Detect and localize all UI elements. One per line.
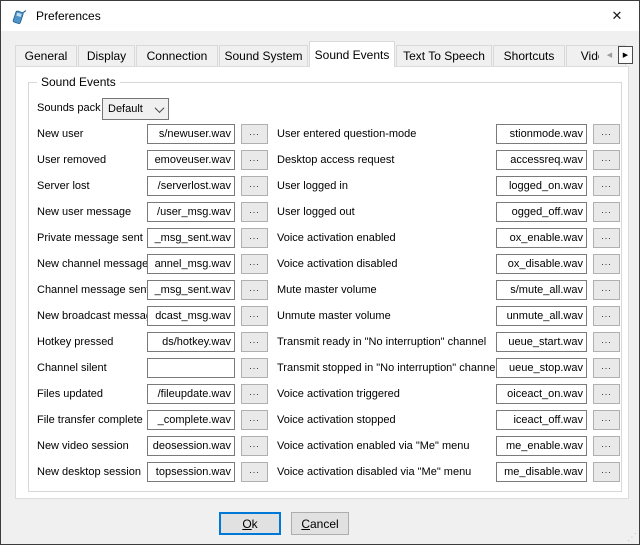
browse-button[interactable]: ... bbox=[593, 358, 620, 378]
sound-event-row: Voice activation enabled via "Me" menu .… bbox=[16, 436, 628, 462]
sound-file-input[interactable] bbox=[496, 436, 587, 456]
sound-file-input[interactable] bbox=[496, 332, 587, 352]
sounds-pack-select[interactable]: Default bbox=[102, 98, 169, 120]
tab-label: Sound Events bbox=[315, 48, 390, 62]
tab-scroll-left-button[interactable]: ◀ bbox=[602, 46, 617, 64]
sound-event-label: User entered question-mode bbox=[277, 128, 416, 140]
tab-label: Sound System bbox=[224, 49, 302, 63]
app-icon bbox=[10, 8, 27, 25]
window-title: Preferences bbox=[36, 9, 101, 23]
browse-button[interactable]: ... bbox=[593, 150, 620, 170]
sound-event-label: Voice activation stopped bbox=[277, 414, 396, 426]
sound-event-row: Transmit stopped in "No interruption" ch… bbox=[16, 358, 628, 384]
sound-event-row: Unmute master volume ... bbox=[16, 306, 628, 332]
tab-text-to-speech[interactable]: Text To Speech bbox=[396, 45, 492, 66]
tab-shortcuts[interactable]: Shortcuts bbox=[493, 45, 565, 66]
preferences-dialog: Preferences ✕ General Display Connection… bbox=[0, 0, 640, 545]
tab-display[interactable]: Display bbox=[78, 45, 135, 66]
sound-file-input[interactable] bbox=[496, 410, 587, 430]
sound-file-input[interactable] bbox=[496, 254, 587, 274]
sound-file-input[interactable] bbox=[496, 202, 587, 222]
sound-event-row: Voice activation triggered ... bbox=[16, 384, 628, 410]
sound-file-input[interactable] bbox=[496, 124, 587, 144]
sound-file-input[interactable] bbox=[496, 306, 587, 326]
arrow-right-icon: ▶ bbox=[623, 51, 628, 59]
resize-grip[interactable]: ⋰ bbox=[627, 533, 637, 543]
sound-file-input[interactable] bbox=[496, 384, 587, 404]
browse-button[interactable]: ... bbox=[593, 202, 620, 222]
browse-button[interactable]: ... bbox=[593, 280, 620, 300]
sound-event-label: Transmit ready in "No interruption" chan… bbox=[277, 336, 486, 348]
browse-button[interactable]: ... bbox=[593, 384, 620, 404]
browse-button[interactable]: ... bbox=[593, 254, 620, 274]
sound-event-label: Voice activation enabled via "Me" menu bbox=[277, 440, 469, 452]
sound-event-row: Voice activation enabled ... bbox=[16, 228, 628, 254]
sounds-pack-value: Default bbox=[108, 103, 143, 115]
sound-file-input[interactable] bbox=[496, 176, 587, 196]
tab-connection[interactable]: Connection bbox=[136, 45, 218, 66]
browse-button[interactable]: ... bbox=[593, 410, 620, 430]
tab-scroll-right-button[interactable]: ▶ bbox=[618, 46, 633, 64]
groupbox-title: Sound Events bbox=[37, 75, 120, 89]
browse-button[interactable]: ... bbox=[593, 176, 620, 196]
tab-scroller: ◀ ▶ bbox=[599, 46, 633, 64]
tab-label: Shortcuts bbox=[504, 49, 555, 63]
sound-file-input[interactable] bbox=[496, 462, 587, 482]
tab-label: Connection bbox=[147, 49, 208, 63]
sound-event-row: Transmit ready in "No interruption" chan… bbox=[16, 332, 628, 358]
tab-label: General bbox=[25, 49, 68, 63]
browse-button[interactable]: ... bbox=[593, 306, 620, 326]
sound-event-row: User entered question-mode ... bbox=[16, 124, 628, 150]
tab-sound-system[interactable]: Sound System bbox=[219, 45, 308, 66]
sound-event-row: Desktop access request ... bbox=[16, 150, 628, 176]
close-button[interactable]: ✕ bbox=[595, 1, 639, 31]
events-column-right: User entered question-mode ... Desktop a… bbox=[16, 124, 628, 488]
sound-event-label: Voice activation enabled bbox=[277, 232, 396, 244]
sound-event-row: Mute master volume ... bbox=[16, 280, 628, 306]
browse-button[interactable]: ... bbox=[593, 436, 620, 456]
sound-event-label: Voice activation disabled via "Me" menu bbox=[277, 466, 471, 478]
sound-event-label: Unmute master volume bbox=[277, 310, 391, 322]
sound-event-label: Transmit stopped in "No interruption" ch… bbox=[277, 362, 498, 374]
sound-event-row: User logged out ... bbox=[16, 202, 628, 228]
sound-event-row: Voice activation disabled ... bbox=[16, 254, 628, 280]
sound-file-input[interactable] bbox=[496, 280, 587, 300]
sound-event-row: User logged in ... bbox=[16, 176, 628, 202]
tab-sound-events[interactable]: Sound Events bbox=[309, 41, 395, 67]
sound-file-input[interactable] bbox=[496, 228, 587, 248]
sounds-pack-label: Sounds pack bbox=[37, 102, 101, 114]
tab-bar: General Display Connection Sound System … bbox=[15, 41, 633, 67]
chevron-down-icon bbox=[155, 103, 165, 113]
browse-button[interactable]: ... bbox=[593, 228, 620, 248]
sound-event-label: Desktop access request bbox=[277, 154, 394, 166]
sound-file-input[interactable] bbox=[496, 358, 587, 378]
sound-event-row: Voice activation disabled via "Me" menu … bbox=[16, 462, 628, 488]
browse-button[interactable]: ... bbox=[593, 332, 620, 352]
tab-page-sound-events: Sound Events Sounds pack Default New use… bbox=[15, 66, 629, 499]
sound-file-input[interactable] bbox=[496, 150, 587, 170]
sound-event-label: Mute master volume bbox=[277, 284, 377, 296]
tab-label: Display bbox=[87, 49, 126, 63]
ok-button[interactable]: Ok bbox=[219, 512, 281, 535]
sound-event-row: Voice activation stopped ... bbox=[16, 410, 628, 436]
sound-event-label: Voice activation triggered bbox=[277, 388, 400, 400]
sound-event-label: User logged in bbox=[277, 180, 348, 192]
tab-label: Text To Speech bbox=[403, 49, 485, 63]
browse-button[interactable]: ... bbox=[593, 462, 620, 482]
close-icon: ✕ bbox=[612, 8, 623, 24]
cancel-button[interactable]: Cancel bbox=[291, 512, 349, 535]
sound-event-label: User logged out bbox=[277, 206, 355, 218]
browse-button[interactable]: ... bbox=[593, 124, 620, 144]
title-bar: Preferences ✕ bbox=[1, 1, 639, 31]
arrow-left-icon: ◀ bbox=[607, 51, 612, 59]
tab-general[interactable]: General bbox=[15, 45, 77, 66]
sound-event-label: Voice activation disabled bbox=[277, 258, 397, 270]
